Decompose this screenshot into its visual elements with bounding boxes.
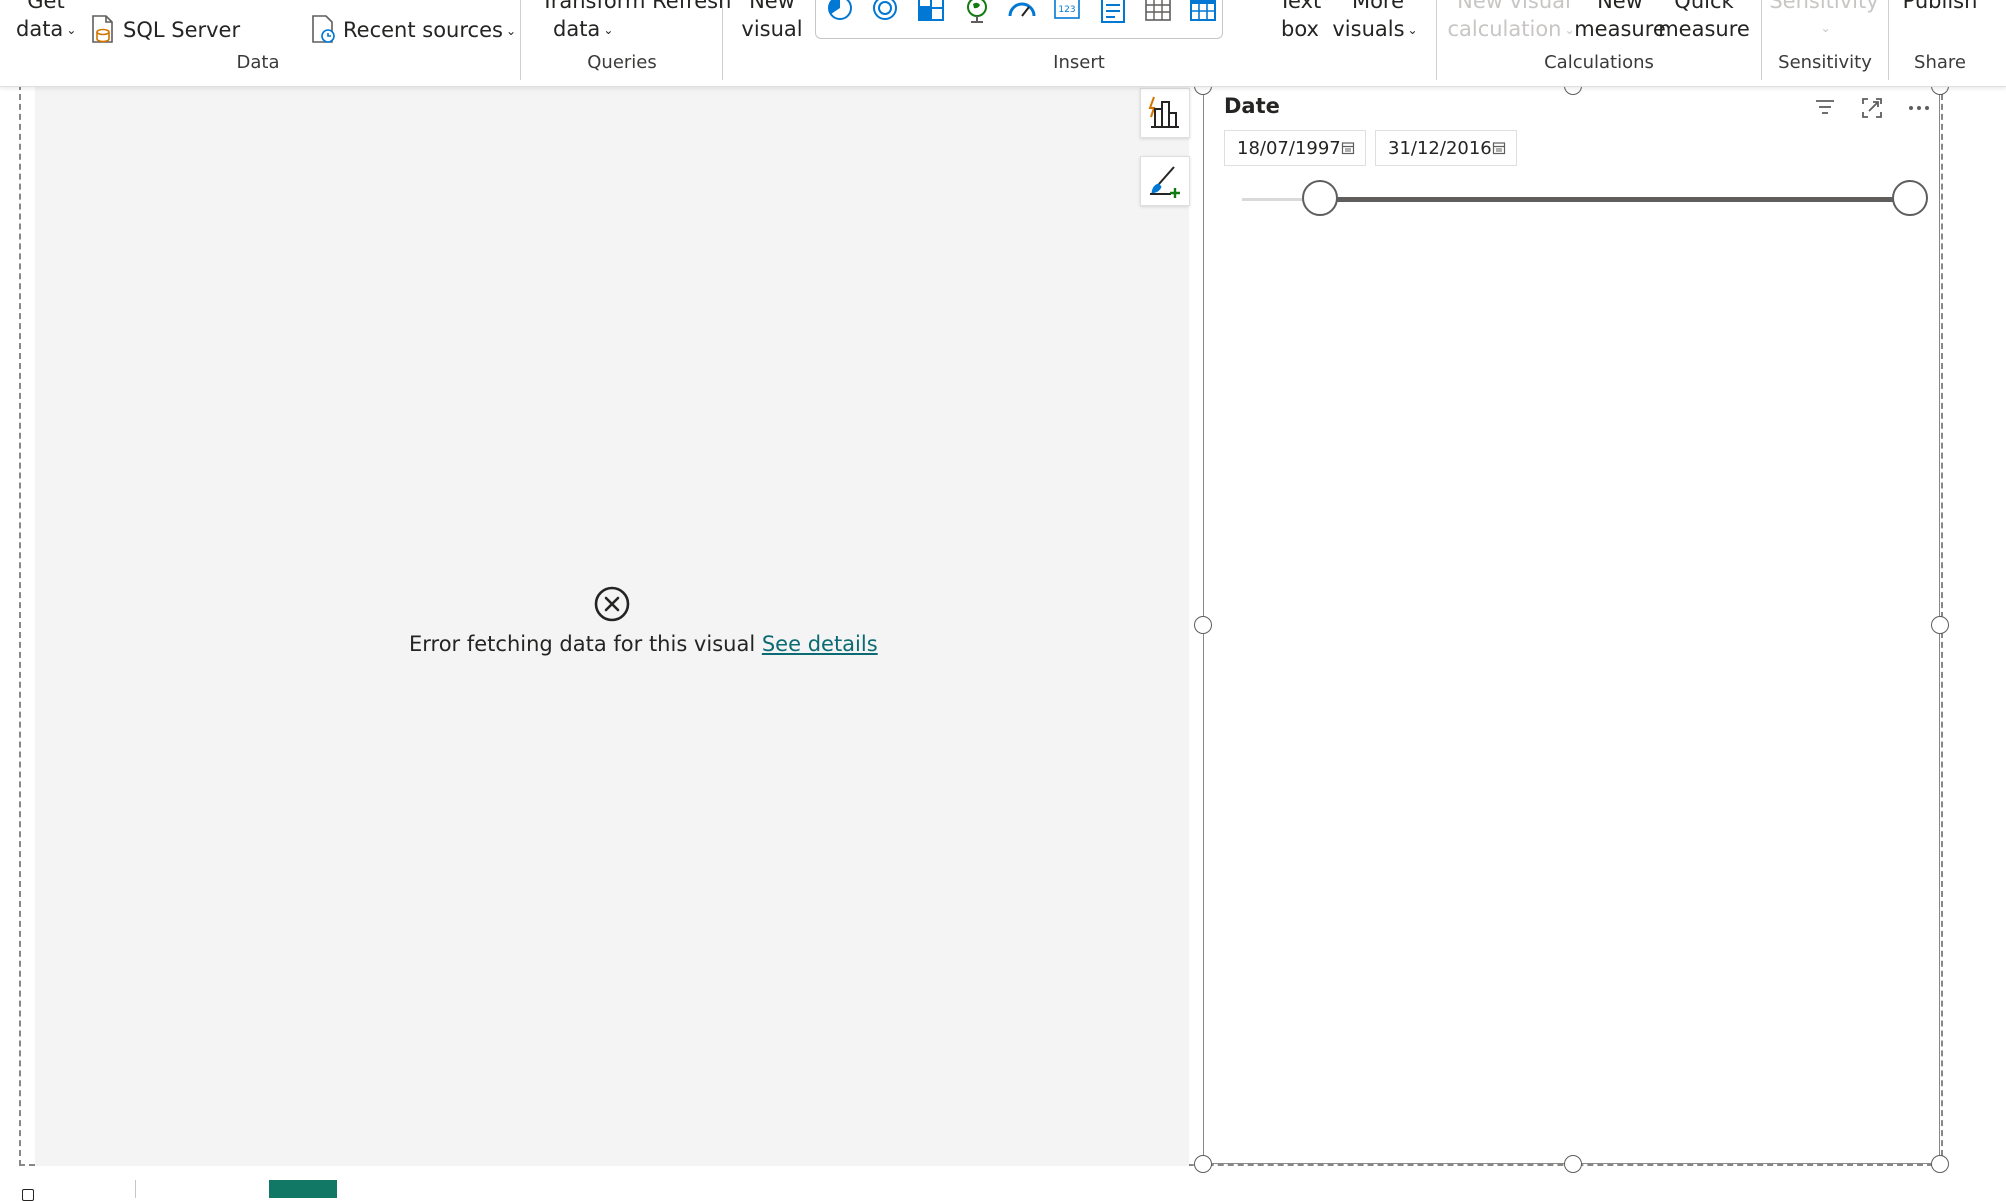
more-visuals-label-top[interactable]: More — [1352, 0, 1404, 14]
page-navigation-icon[interactable] — [22, 1189, 34, 1201]
start-date-input[interactable]: 18/07/1997 — [1224, 130, 1366, 166]
recent-sources-label: Recent sources — [343, 18, 503, 42]
recent-sources-icon — [312, 15, 335, 43]
insert-group-label: Insert — [1053, 52, 1105, 73]
treemap-icon[interactable] — [917, 0, 945, 24]
new-visual-calculation-label-top[interactable]: New visual — [1457, 0, 1571, 14]
filter-icon[interactable] — [1814, 96, 1836, 118]
slider-selected-range — [1320, 197, 1910, 202]
paintbrush-add-icon — [1150, 166, 1180, 198]
sql-server-button[interactable]: SQL Server — [123, 17, 240, 43]
end-date-value: 31/12/2016 — [1388, 138, 1492, 159]
svg-text:123: 123 — [1058, 5, 1075, 15]
group-divider — [1436, 0, 1437, 80]
pie-chart-icon[interactable] — [826, 0, 854, 24]
new-measure-label-top[interactable]: New — [1597, 0, 1643, 14]
new-visual-calculation-button[interactable]: calculation ⌄ — [1447, 16, 1574, 43]
new-measure-button[interactable]: measure — [1574, 16, 1666, 42]
transform-refresh-label[interactable]: Transform Refresh — [541, 0, 731, 14]
start-date-value: 18/07/1997 — [1237, 138, 1341, 159]
multi-row-card-icon[interactable] — [1099, 0, 1127, 24]
slicer-title: Date — [1224, 94, 1280, 118]
format-visual-button[interactable] — [1140, 156, 1190, 206]
resize-handle-bottom-left[interactable] — [1194, 1155, 1212, 1173]
quick-insights-button[interactable] — [1140, 88, 1190, 138]
see-details-link[interactable]: See details — [762, 632, 878, 656]
map-icon[interactable] — [963, 0, 991, 24]
transform-data-button[interactable]: data ⌄ — [553, 16, 613, 43]
tab-divider — [135, 1180, 136, 1198]
matrix-icon[interactable] — [1189, 0, 1217, 24]
resize-handle-left[interactable] — [1194, 616, 1212, 634]
calendar-icon[interactable] — [1341, 141, 1355, 155]
chevron-down-icon: ⌄ — [1820, 21, 1831, 35]
chevron-down-icon: ⌄ — [603, 23, 614, 37]
quick-measure-label-top[interactable]: Quick — [1674, 0, 1733, 14]
publish-button[interactable]: Publish — [1903, 0, 1978, 14]
group-divider — [1761, 0, 1762, 80]
get-data-button[interactable]: data ⌄ — [16, 16, 76, 43]
chevron-down-icon: ⌄ — [1564, 23, 1575, 37]
donut-chart-icon[interactable] — [871, 0, 899, 24]
active-page-tab[interactable] — [269, 1180, 337, 1198]
chevron-down-icon: ⌄ — [1407, 23, 1418, 37]
group-divider — [520, 0, 521, 80]
new-visual-label-top[interactable]: New — [749, 0, 795, 14]
more-visuals-button[interactable]: visuals ⌄ — [1332, 16, 1417, 43]
sensitivity-group-label: Sensitivity — [1778, 52, 1872, 73]
card-icon[interactable]: 123 — [1053, 0, 1081, 24]
more-visuals-label: visuals — [1332, 17, 1405, 41]
transform-data-label: data — [553, 17, 601, 41]
sql-server-icon — [92, 15, 113, 43]
end-date-input[interactable]: 31/12/2016 — [1375, 130, 1517, 166]
resize-handle-bottom[interactable] — [1564, 1155, 1582, 1173]
analytics-icon — [1148, 96, 1179, 128]
chevron-down-icon: ⌄ — [505, 24, 516, 38]
queries-group-label: Queries — [587, 52, 657, 73]
error-text: Error fetching data for this visual — [409, 632, 756, 656]
get-data-label: data — [16, 17, 64, 41]
error-message: Error fetching data for this visual See … — [409, 632, 878, 656]
gauge-icon[interactable] — [1007, 0, 1037, 24]
calendar-icon[interactable] — [1492, 141, 1506, 155]
new-visual-calculation-label: calculation — [1447, 17, 1562, 41]
quick-measure-button[interactable]: measure — [1658, 16, 1750, 42]
get-data-label-top[interactable]: Get — [27, 0, 64, 14]
table-visual[interactable] — [35, 86, 1189, 1166]
resize-handle-bottom-right[interactable] — [1931, 1155, 1949, 1173]
resize-handle-right[interactable] — [1931, 616, 1949, 634]
data-group-label: Data — [236, 52, 280, 73]
table-icon[interactable] — [1144, 0, 1172, 24]
group-divider — [1888, 0, 1889, 80]
chevron-down-icon: ⌄ — [66, 23, 77, 37]
recent-sources-button[interactable]: Recent sources ⌄ — [343, 17, 516, 44]
slider-end-handle[interactable] — [1892, 180, 1928, 216]
date-slicer[interactable] — [1203, 86, 1940, 1164]
sensitivity-button[interactable]: Sensitivity — [1769, 0, 1878, 14]
calculations-group-label: Calculations — [1544, 52, 1654, 73]
share-group-label: Share — [1914, 52, 1966, 73]
text-box-button[interactable]: box — [1281, 16, 1319, 42]
new-visual-button[interactable]: visual — [741, 16, 802, 42]
more-options-icon[interactable] — [1907, 96, 1931, 120]
group-divider — [722, 0, 723, 80]
error-icon — [594, 586, 630, 622]
text-box-label-top[interactable]: Text — [1279, 0, 1321, 14]
ribbon: Get data ⌄ SQL Server Recent sources ⌄ Dat… — [0, 0, 2006, 87]
focus-mode-icon[interactable] — [1860, 96, 1884, 120]
